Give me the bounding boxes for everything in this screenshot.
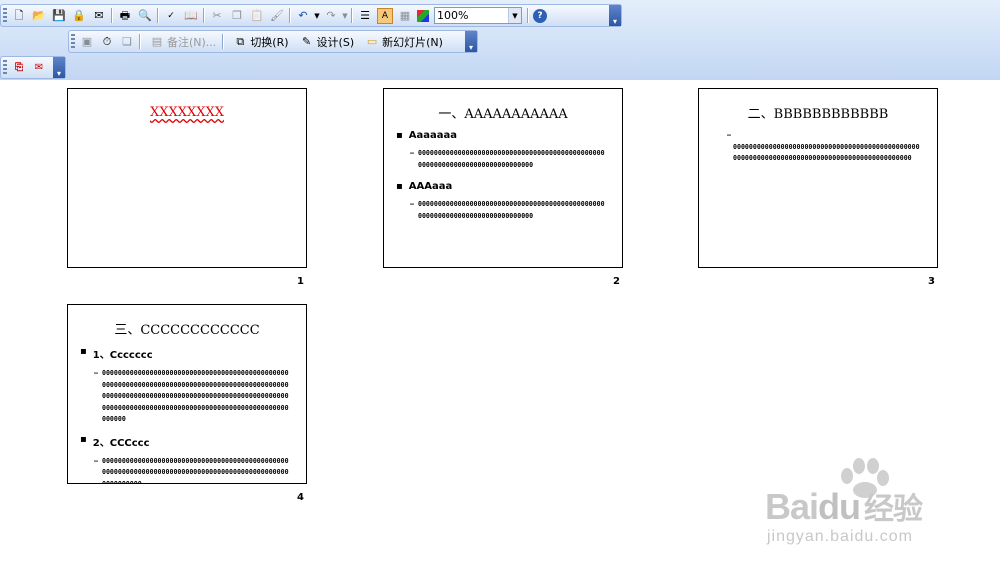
bullet-item: ▪ 2、CCCccc xyxy=(80,433,150,449)
dash-icon: – xyxy=(727,131,731,139)
bullet-item: ▪ Aaaaaaa xyxy=(396,130,458,141)
slide-number-4: 4 xyxy=(297,492,304,503)
grid-icon[interactable]: ▦ xyxy=(397,8,413,24)
email-icon[interactable]: ✉ xyxy=(91,8,107,24)
design-button[interactable]: ✎ 设计(S) xyxy=(293,33,359,51)
redo-dropdown-icon[interactable]: ▼ xyxy=(341,12,349,20)
print-icon[interactable]: 🖶 xyxy=(117,8,133,24)
save-icon[interactable]: 💾 xyxy=(51,8,67,24)
watermark-brand2: du xyxy=(818,486,861,527)
slide-thumbnail-2[interactable]: 一、AAAAAAAAAAA ▪ Aaaaaaa –0000000000000000… xyxy=(383,88,623,268)
transition-label: 切换(R) xyxy=(250,35,289,49)
watermark-logo: Baidu 经验 xyxy=(765,484,923,528)
cut-icon[interactable]: ✂ xyxy=(209,8,225,24)
new-slide-label: 新幻灯片(N) xyxy=(382,35,443,49)
pdf-icon[interactable]: ⎘ xyxy=(11,60,27,76)
notes-button[interactable]: ▤ 备注(N)... xyxy=(143,33,220,51)
toolbar-grip[interactable] xyxy=(3,8,7,23)
toolbar-options-icon[interactable]: ▾ xyxy=(53,57,65,78)
open-icon[interactable]: 📂 xyxy=(31,8,47,24)
research-icon[interactable]: 📖 xyxy=(183,8,199,24)
slide-title: XXXXXXXX xyxy=(149,105,225,120)
sub-bullet-text: 0000000000000000000000000000000000000000… xyxy=(417,200,605,220)
new-slide-icon: ▭ xyxy=(366,34,378,48)
standard-toolbar: 🗋 📂 💾 🔒 ✉ 🖶 🔍 ✓ 📖 ✂ ❐ 📋 🖌 ↶ ▼ ↷ ▼ ☰ A ▦ … xyxy=(0,4,622,27)
slide-sorter-toolbar: ▣ ⏱ ❏ ▤ 备注(N)... ⧉ 切换(R) ✎ 设计(S) ▭ 新幻灯片(… xyxy=(68,30,478,53)
slide-title: 三、CCCCCCCCCCCC xyxy=(114,323,260,338)
sub-bullet-text: 0000000000000000000000000000000000000000… xyxy=(101,456,289,484)
sub-bullet-item: –000000000000000000000000000000000000000… xyxy=(94,368,290,426)
toolbar-area: 🗋 📂 💾 🔒 ✉ 🖶 🔍 ✓ 📖 ✂ ❐ 📋 🖌 ↶ ▼ ↷ ▼ ☰ A ▦ … xyxy=(0,0,1000,80)
design-icon: ✎ xyxy=(301,34,312,48)
notes-label: 备注(N)... xyxy=(167,35,217,49)
sub-bullet-item: –000000000000000000000000000000000000000… xyxy=(94,456,290,484)
slide-thumbnail-4[interactable]: 三、CCCCCCCCCCCC ▪ 1、Ccccccc –0000000000000… xyxy=(67,304,307,484)
slide-number-3: 3 xyxy=(928,276,935,287)
bullet-text: 1、Ccccccc xyxy=(92,350,153,361)
notes-icon: ▤ xyxy=(151,34,163,48)
redo-icon[interactable]: ↷ xyxy=(323,8,339,24)
slide-number-2: 2 xyxy=(613,276,620,287)
sub-bullet-item: – 00000000000000000000000000000000000000… xyxy=(727,130,923,165)
bullet-item: ▪ 1、Ccccccc xyxy=(80,346,153,361)
spelling-icon[interactable]: ✓ xyxy=(163,8,179,24)
slide-title: 一、AAAAAAAAAAA xyxy=(438,107,568,122)
pdf-toolbar: ⎘ ✉ ▾ xyxy=(0,56,66,79)
summary-slide-icon[interactable]: ❏ xyxy=(119,34,135,50)
zoom-select[interactable]: 100% ▼ xyxy=(434,7,522,24)
slide-title: 二、BBBBBBBBBBBB xyxy=(747,107,889,122)
sub-bullet-item: –000000000000000000000000000000000000000… xyxy=(410,199,606,222)
slide-number-1: 1 xyxy=(297,276,304,287)
sub-bullet-text: 0000000000000000000000000000000000000000… xyxy=(417,149,605,169)
transition-button[interactable]: ⧉ 切换(R) xyxy=(226,33,292,51)
toolbar-grip[interactable] xyxy=(3,60,7,75)
sub-bullet-text: 0000000000000000000000000000000000000000… xyxy=(733,142,920,163)
help-icon[interactable]: ? xyxy=(533,8,547,23)
bullet-item: ▪ AAAaaa xyxy=(396,181,453,192)
new-icon[interactable]: 🗋 xyxy=(11,8,27,24)
permission-icon[interactable]: 🔒 xyxy=(71,8,87,24)
slide-thumbnail-3[interactable]: 二、BBBBBBBBBBBB – 00000000000000000000000… xyxy=(698,88,938,268)
watermark-url: jingyan.baidu.com xyxy=(767,528,913,545)
bullet-text: AAAaaa xyxy=(408,181,453,192)
show-formatting-icon[interactable]: A xyxy=(377,7,393,24)
watermark-brand: Bai xyxy=(765,486,819,527)
zoom-value: 100% xyxy=(437,9,469,22)
bullet-text: Aaaaaaa xyxy=(408,130,458,141)
paste-icon[interactable]: 📋 xyxy=(249,8,265,24)
rehearse-timings-icon[interactable]: ⏱ xyxy=(99,34,115,50)
hide-slide-icon[interactable]: ▣ xyxy=(79,34,95,50)
design-label: 设计(S) xyxy=(316,35,355,49)
toolbar-grip[interactable] xyxy=(71,34,75,49)
pdf-email-icon[interactable]: ✉ xyxy=(31,60,47,76)
new-slide-button[interactable]: ▭ 新幻灯片(N) xyxy=(358,33,447,51)
undo-dropdown-icon[interactable]: ▼ xyxy=(313,12,321,20)
copy-icon[interactable]: ❐ xyxy=(229,8,245,24)
sub-bullet-text: 0000000000000000000000000000000000000000… xyxy=(101,369,289,423)
baidu-jingyan-watermark: Baidu 经验 jingyan.baidu.com xyxy=(765,458,945,553)
expand-all-icon[interactable]: ☰ xyxy=(357,8,373,24)
format-painter-icon[interactable]: 🖌 xyxy=(269,8,285,24)
sub-bullet-item: –000000000000000000000000000000000000000… xyxy=(410,148,606,171)
bullet-text: 2、CCCccc xyxy=(92,437,150,449)
chevron-down-icon[interactable]: ▼ xyxy=(508,8,521,23)
toolbar-options-icon[interactable]: ▾ xyxy=(609,5,621,26)
watermark-cn: 经验 xyxy=(864,493,923,526)
transition-icon: ⧉ xyxy=(236,34,245,48)
color-grayscale-icon[interactable] xyxy=(417,9,429,22)
undo-icon[interactable]: ↶ xyxy=(295,8,311,24)
print-preview-icon[interactable]: 🔍 xyxy=(137,8,153,24)
slide-thumbnail-1[interactable]: XXXXXXXX xyxy=(67,88,307,268)
toolbar-options-icon[interactable]: ▾ xyxy=(465,31,477,52)
